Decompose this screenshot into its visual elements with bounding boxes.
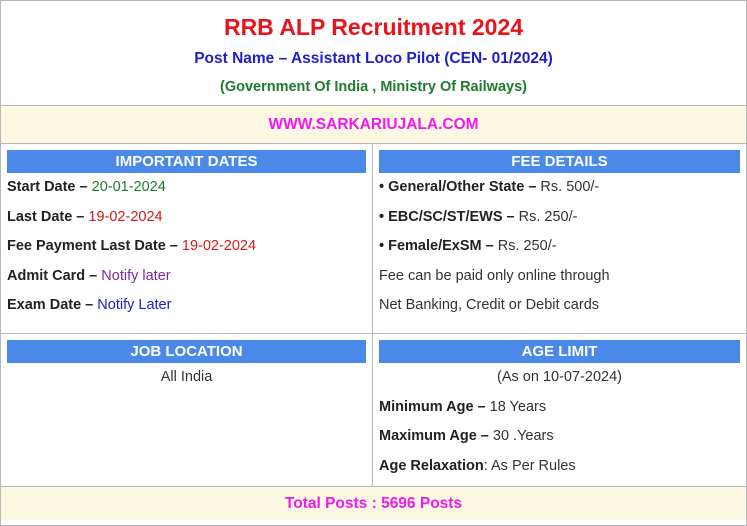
age-limit-panel: AGE LIMIT (As on 10-07-2024) Minimum Age… [373,334,746,486]
fee-payment-value: 19-02-2024 [181,238,257,254]
website-link[interactable]: WWW.SARKARIUJALA.COM [1,106,746,144]
max-age-line: Maximum Age – 30 .Years [373,422,746,452]
min-age-label: Minimum Age – [379,398,486,415]
location-age-row: JOB LOCATION All India AGE LIMIT (As on … [1,334,746,487]
fee-ebc-value: Rs. 250/- [518,208,578,225]
age-limit-heading: AGE LIMIT [379,340,740,363]
last-date-value: 19-02-2024 [88,208,163,225]
job-location-heading: JOB LOCATION [7,340,366,363]
job-location-value: All India [160,369,213,385]
age-relaxation-value: : As Per Rules [483,457,576,474]
fee-female-line: • Female/ExSM – Rs. 250/- [373,232,746,262]
total-posts: Total Posts : 5696 Posts [1,487,746,520]
important-dates-heading: IMPORTANT DATES [7,150,366,173]
fee-payment-label: Fee Payment Last Date – [7,238,178,254]
fee-payment-line: Fee Payment Last Date – 19-02-2024 [1,232,372,262]
max-age-value: 30 .Years [492,428,554,444]
ministry-label: (Government Of India , Ministry Of Railw… [220,79,527,95]
admit-card-line: Admit Card – Notify later [1,262,372,292]
fee-ebc-line: • EBC/SC/ST/EWS – Rs. 250/- [373,203,746,233]
min-age-value: 18 Years [489,398,547,415]
max-age-label: Maximum Age – [379,428,489,444]
start-date-line: Start Date – 20-01-2024 [1,173,372,203]
fee-general-label: • General/Other State – [379,179,537,195]
important-dates-panel: IMPORTANT DATES Start Date – 20-01-2024 … [1,144,373,333]
page-title: RRB ALP Recruitment 2024 [223,14,524,40]
age-relaxation-line: Age Relaxation: As Per Rules [373,452,746,482]
admit-card-value: Notify later [101,267,171,284]
exam-date-label: Exam Date – [7,297,94,313]
fee-note-line-1: Fee can be paid only online through [379,267,610,284]
job-location-panel: JOB LOCATION All India [1,334,373,486]
fee-general-value: Rs. 500/- [540,179,600,195]
fee-ebc-label: • EBC/SC/ST/EWS – [379,208,515,225]
admit-card-label: Admit Card – [7,267,98,284]
age-relaxation-label: Age Relaxation [379,457,484,474]
dates-fee-row: IMPORTANT DATES Start Date – 20-01-2024 … [1,144,746,334]
fee-female-label: • Female/ExSM – [379,238,494,254]
exam-date-line: Exam Date – Notify Later [1,291,372,321]
last-date-line: Last Date – 19-02-2024 [1,203,372,233]
recruitment-table: RRB ALP Recruitment 2024 Post Name – Ass… [0,0,747,526]
fee-details-heading: FEE DETAILS [379,150,740,173]
start-date-label: Start Date – [7,179,88,195]
fee-note-line-2: Net Banking, Credit or Debit cards [379,297,600,313]
fee-details-panel: FEE DETAILS • General/Other State – Rs. … [373,144,746,333]
post-name: Post Name – Assistant Loco Pilot (CEN- 0… [194,50,553,67]
fee-general-line: • General/Other State – Rs. 500/- [373,173,746,203]
header-section: RRB ALP Recruitment 2024 Post Name – Ass… [1,1,746,106]
last-date-label: Last Date – [7,208,85,225]
exam-date-value: Notify Later [97,297,172,313]
age-as-on: (As on 10-07-2024) [497,369,622,385]
min-age-line: Minimum Age – 18 Years [373,393,746,423]
start-date-value: 20-01-2024 [91,179,166,195]
fee-female-value: Rs. 250/- [497,238,557,254]
